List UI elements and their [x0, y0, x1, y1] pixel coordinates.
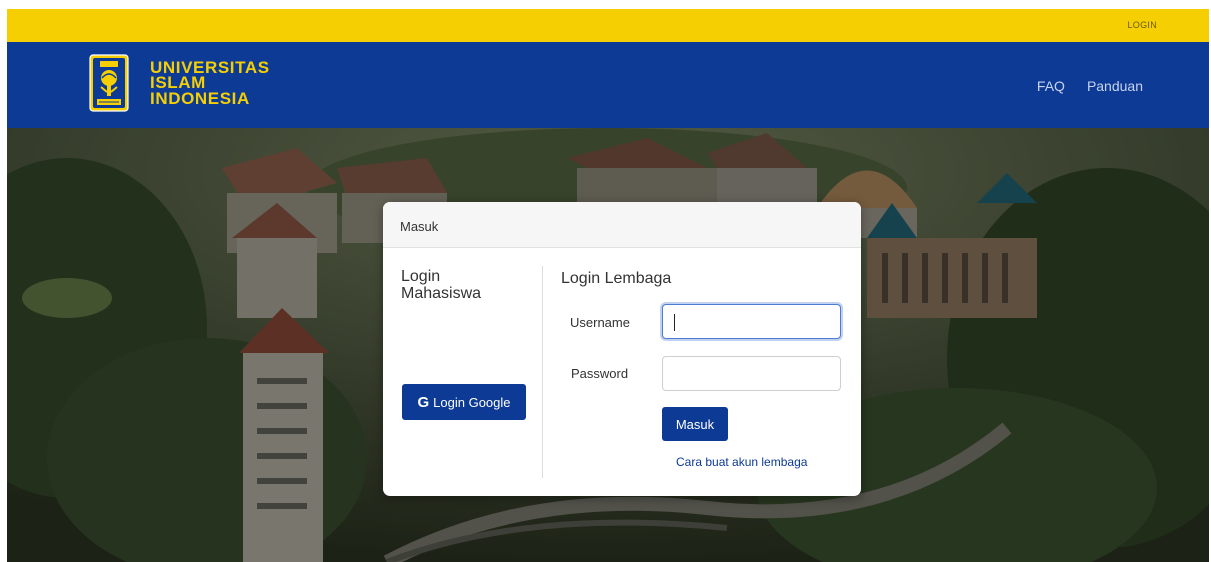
column-divider — [542, 266, 543, 478]
username-input[interactable] — [662, 304, 841, 339]
password-input[interactable] — [662, 356, 841, 391]
login-card-header: Masuk — [383, 202, 861, 248]
nav-panduan-link[interactable]: Panduan — [1087, 78, 1143, 94]
brand-home-link[interactable]: UNIVERSITAS ISLAM INDONESIA — [89, 54, 270, 112]
brand-name: UNIVERSITAS ISLAM INDONESIA — [150, 59, 270, 108]
login-google-button[interactable]: G Login Google — [402, 384, 526, 420]
page-frame: LOGIN UNIVERSITAS ISLAM INDONESIA FAQ Pa… — [7, 9, 1209, 562]
username-label: Username — [570, 315, 630, 330]
student-login-title: Login Mahasiswa — [401, 268, 482, 302]
student-login-section: Login Mahasiswa — [401, 268, 531, 302]
nav-faq-link[interactable]: FAQ — [1037, 78, 1065, 94]
main-navbar: UNIVERSITAS ISLAM INDONESIA FAQ Panduan — [7, 42, 1209, 128]
uii-logo-icon — [89, 54, 129, 112]
brand-line-3: INDONESIA — [150, 88, 250, 108]
institution-login-title: Login Lembaga — [561, 270, 672, 287]
masuk-submit-button[interactable]: Masuk — [662, 407, 728, 441]
login-link[interactable]: LOGIN — [1127, 20, 1157, 30]
nav-links: FAQ Panduan — [1037, 78, 1143, 94]
top-utility-bar: LOGIN — [7, 9, 1209, 42]
password-label: Password — [571, 366, 629, 381]
login-google-label: Login Google — [433, 394, 511, 410]
login-card: Masuk Login Mahasiswa G Login Google Log… — [383, 202, 861, 496]
google-g-icon: G — [417, 393, 430, 411]
text-cursor — [674, 314, 675, 331]
create-institution-account-link[interactable]: Cara buat akun lembaga — [676, 455, 807, 469]
